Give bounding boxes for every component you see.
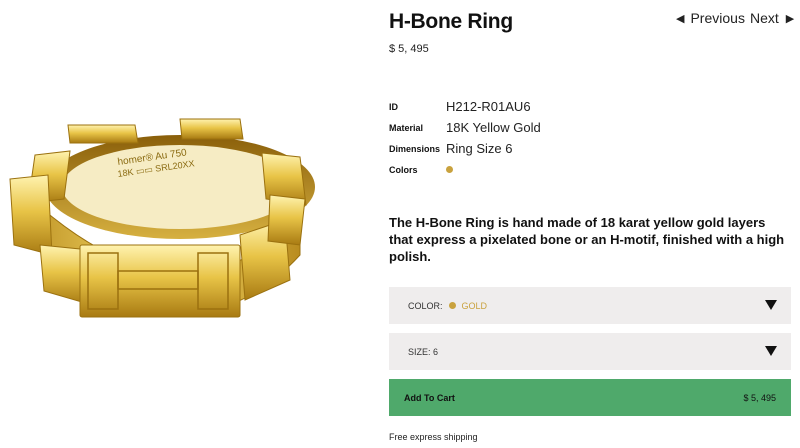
triangle-left-icon: ◀	[676, 12, 685, 25]
product-description: The H-Bone Ring is hand made of 18 karat…	[389, 215, 785, 264]
next-link[interactable]: Next ▶	[750, 10, 794, 26]
color-select-value: GOLD	[461, 300, 488, 311]
next-label: Next	[750, 10, 779, 26]
caret-down-icon	[765, 300, 777, 310]
size-select-label: SIZE: 6	[408, 346, 439, 357]
gold-color-dot	[448, 302, 456, 309]
caret-down-icon	[765, 346, 777, 356]
triangle-right-icon: ▶	[785, 12, 795, 25]
previous-link[interactable]: ◀ Previous	[676, 10, 745, 26]
add-to-cart-price: $ 5, 495	[743, 392, 776, 403]
add-to-cart-button[interactable]: Add To Cart $ 5, 495	[389, 379, 791, 416]
spec-row-dimensions: Dimensions Ring Size 6	[389, 138, 541, 159]
shipping-note: Free express shipping	[389, 432, 478, 442]
spec-label: Dimensions	[389, 143, 441, 154]
spec-label: Material	[389, 122, 424, 133]
color-select-label: COLOR:	[408, 300, 443, 311]
spec-label: ID	[389, 101, 398, 112]
gold-color-swatch	[446, 166, 453, 173]
ring-image: homer® Au 750 18K ▭▭ SRL20XX	[9, 118, 315, 318]
spec-label: Colors	[389, 164, 418, 175]
spec-row-material: Material 18K Yellow Gold	[389, 117, 541, 138]
spec-row-colors: Colors	[389, 159, 541, 180]
spec-value: Ring Size 6	[446, 141, 513, 156]
spec-value: 18K Yellow Gold	[446, 120, 541, 135]
add-to-cart-label: Add To Cart	[404, 392, 455, 403]
product-image[interactable]: homer® Au 750 18K ▭▭ SRL20XX	[0, 0, 380, 448]
product-price: $ 5, 495	[389, 43, 429, 55]
spec-row-id: ID H212-R01AU6	[389, 96, 541, 117]
spec-list: ID H212-R01AU6 Material 18K Yellow Gold …	[389, 96, 541, 180]
size-select[interactable]: SIZE: 6	[389, 333, 791, 370]
previous-label: Previous	[690, 10, 745, 26]
product-title: H-Bone Ring	[389, 10, 513, 33]
spec-value: H212-R01AU6	[446, 99, 531, 114]
color-select[interactable]: COLOR: GOLD	[389, 287, 791, 324]
